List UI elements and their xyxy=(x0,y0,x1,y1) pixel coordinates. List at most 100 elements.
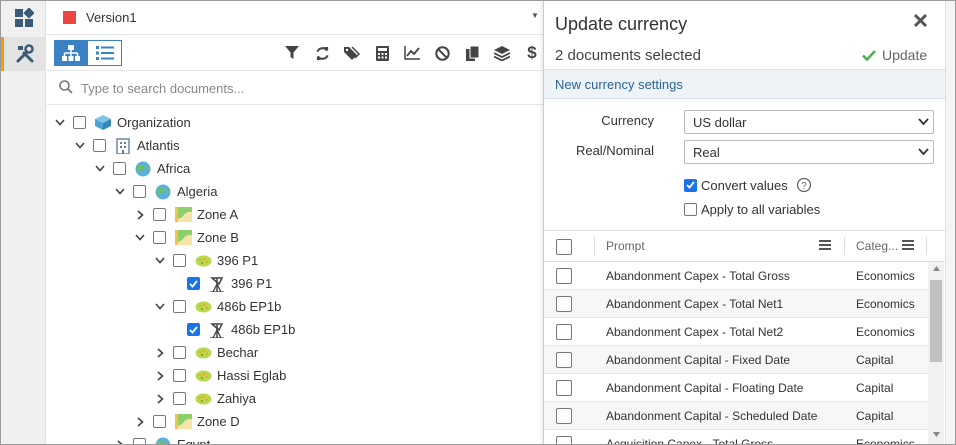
chevron-right-icon[interactable] xyxy=(133,208,147,222)
apply-all-option[interactable]: Apply to all variables xyxy=(684,202,820,217)
tree-node-checkbox[interactable] xyxy=(187,323,200,336)
tree-node-label: Zone A xyxy=(197,207,239,222)
view-toggle xyxy=(54,40,122,66)
chart-button[interactable] xyxy=(397,43,427,63)
apply-all-checkbox[interactable] xyxy=(684,203,697,216)
row-checkbox[interactable] xyxy=(556,324,572,340)
table-row[interactable]: Abandonment Capex - Total Gross Economics xyxy=(544,262,928,290)
tree-node-checkbox[interactable] xyxy=(73,116,86,129)
table-row[interactable]: Abandonment Capital - Fixed Date Capital xyxy=(544,346,928,374)
currency-select[interactable]: US dollar xyxy=(684,110,934,134)
tree-node[interactable]: Africa xyxy=(93,157,190,180)
row-checkbox[interactable] xyxy=(556,408,572,424)
chevron-down-icon[interactable] xyxy=(73,139,87,153)
tree-node[interactable]: Zone D xyxy=(133,410,240,433)
close-icon[interactable] xyxy=(913,13,928,28)
tools-nav-button[interactable] xyxy=(1,37,46,71)
chevron-down-icon[interactable] xyxy=(133,231,147,245)
chevron-right-icon[interactable] xyxy=(153,369,167,383)
refresh-button[interactable] xyxy=(307,43,337,63)
tree-node-checkbox[interactable] xyxy=(153,415,166,428)
chevron-down-icon[interactable] xyxy=(153,254,167,268)
tree-node-checkbox[interactable] xyxy=(173,300,186,313)
chevron-down-icon[interactable] xyxy=(93,162,107,176)
convert-values-option[interactable]: Convert values ? xyxy=(684,177,812,193)
table-row[interactable]: Acquisition Capex - Total Gross Economics xyxy=(544,430,928,444)
disable-button[interactable] xyxy=(427,43,457,63)
tree-node-checkbox[interactable] xyxy=(153,231,166,244)
tree-node[interactable]: Hassi Eglab xyxy=(153,364,286,387)
scroll-up-icon[interactable] xyxy=(933,266,940,271)
table-row[interactable]: Abandonment Capex - Total Net2 Economics xyxy=(544,318,928,346)
tree-node-checkbox[interactable] xyxy=(187,277,200,290)
filter-button[interactable] xyxy=(277,43,307,63)
hierarchy-view-button[interactable] xyxy=(54,40,88,66)
grid-header: Prompt Categ... xyxy=(544,231,946,262)
scroll-thumb[interactable] xyxy=(930,280,942,362)
calculator-button[interactable] xyxy=(367,43,397,63)
table-row[interactable]: Abandonment Capital - Scheduled Date Capi… xyxy=(544,402,928,430)
category-column-header[interactable]: Categ... xyxy=(856,239,898,253)
tree-node[interactable]: Egypt xyxy=(113,433,211,445)
tree-node-checkbox[interactable] xyxy=(133,438,146,444)
dashboard-nav-button[interactable] xyxy=(1,1,46,35)
chevron-down-icon[interactable] xyxy=(53,116,67,130)
row-checkbox[interactable] xyxy=(556,296,572,312)
table-row[interactable]: Abandonment Capital - Floating Date Capit… xyxy=(544,374,928,402)
realnominal-select[interactable]: Real xyxy=(684,140,934,164)
tree-node[interactable]: Algeria xyxy=(113,180,217,203)
tree-node-checkbox[interactable] xyxy=(173,254,186,267)
row-checkbox[interactable] xyxy=(556,268,572,284)
prompt-column-header[interactable]: Prompt xyxy=(606,239,645,253)
table-row[interactable]: Abandonment Capex - Total Net1 Economics xyxy=(544,290,928,318)
version-selector[interactable]: Version1 ▼ xyxy=(47,1,543,35)
copy-button[interactable] xyxy=(457,43,487,63)
grid-scrollbar[interactable] xyxy=(928,262,944,444)
tree-node[interactable]: Zone B xyxy=(133,226,239,249)
column-menu-icon[interactable] xyxy=(819,240,831,250)
tree-node[interactable]: Organization xyxy=(53,111,191,134)
tree-node[interactable]: Atlantis xyxy=(73,134,180,157)
globe-icon xyxy=(154,437,172,444)
select-all-checkbox[interactable] xyxy=(556,239,572,255)
chevron-down-icon[interactable] xyxy=(153,300,167,314)
chevron-right-icon[interactable] xyxy=(153,392,167,406)
row-checkbox[interactable] xyxy=(556,436,572,444)
update-button[interactable]: Update xyxy=(862,47,927,63)
section-header: New currency settings xyxy=(544,69,946,99)
row-checkbox[interactable] xyxy=(556,380,572,396)
layers-button[interactable] xyxy=(487,43,517,63)
tree-node[interactable]: Bechar xyxy=(153,341,258,364)
chevron-down-icon xyxy=(918,148,929,156)
list-view-button[interactable] xyxy=(88,40,122,66)
tags-button[interactable] xyxy=(337,43,367,63)
chevron-right-icon[interactable] xyxy=(113,438,127,444)
scroll-down-icon[interactable] xyxy=(933,432,940,437)
chevron-down-icon[interactable] xyxy=(113,185,127,199)
chevron-right-icon[interactable] xyxy=(133,415,147,429)
row-checkbox[interactable] xyxy=(556,352,572,368)
search-input[interactable] xyxy=(81,77,521,99)
tree-node-label: Egypt xyxy=(177,437,211,445)
convert-values-checkbox[interactable] xyxy=(684,178,697,192)
tree-node-checkbox[interactable] xyxy=(93,139,106,152)
tree-node-checkbox[interactable] xyxy=(113,162,126,175)
background-edge xyxy=(945,1,955,444)
chevron-right-icon[interactable] xyxy=(153,346,167,360)
help-icon[interactable]: ? xyxy=(796,177,812,193)
tree-node-checkbox[interactable] xyxy=(173,369,186,382)
tree-node[interactable]: 396 P1 xyxy=(153,249,258,272)
tree-node-label: Organization xyxy=(117,115,191,130)
tree-node-checkbox[interactable] xyxy=(133,185,146,198)
tree-node[interactable]: Zone A xyxy=(133,203,238,226)
category-cell: Economics xyxy=(856,325,915,339)
tree-node-checkbox[interactable] xyxy=(173,392,186,405)
tree-node[interactable]: 486b EP1b xyxy=(187,318,295,341)
column-menu-icon[interactable] xyxy=(902,240,914,250)
ban-icon xyxy=(434,45,450,61)
tree-node-checkbox[interactable] xyxy=(173,346,186,359)
tree-node[interactable]: Zahiya xyxy=(153,387,256,410)
tree-node-checkbox[interactable] xyxy=(153,208,166,221)
tree-node[interactable]: 486b EP1b xyxy=(153,295,281,318)
tree-node[interactable]: 396 P1 xyxy=(187,272,272,295)
